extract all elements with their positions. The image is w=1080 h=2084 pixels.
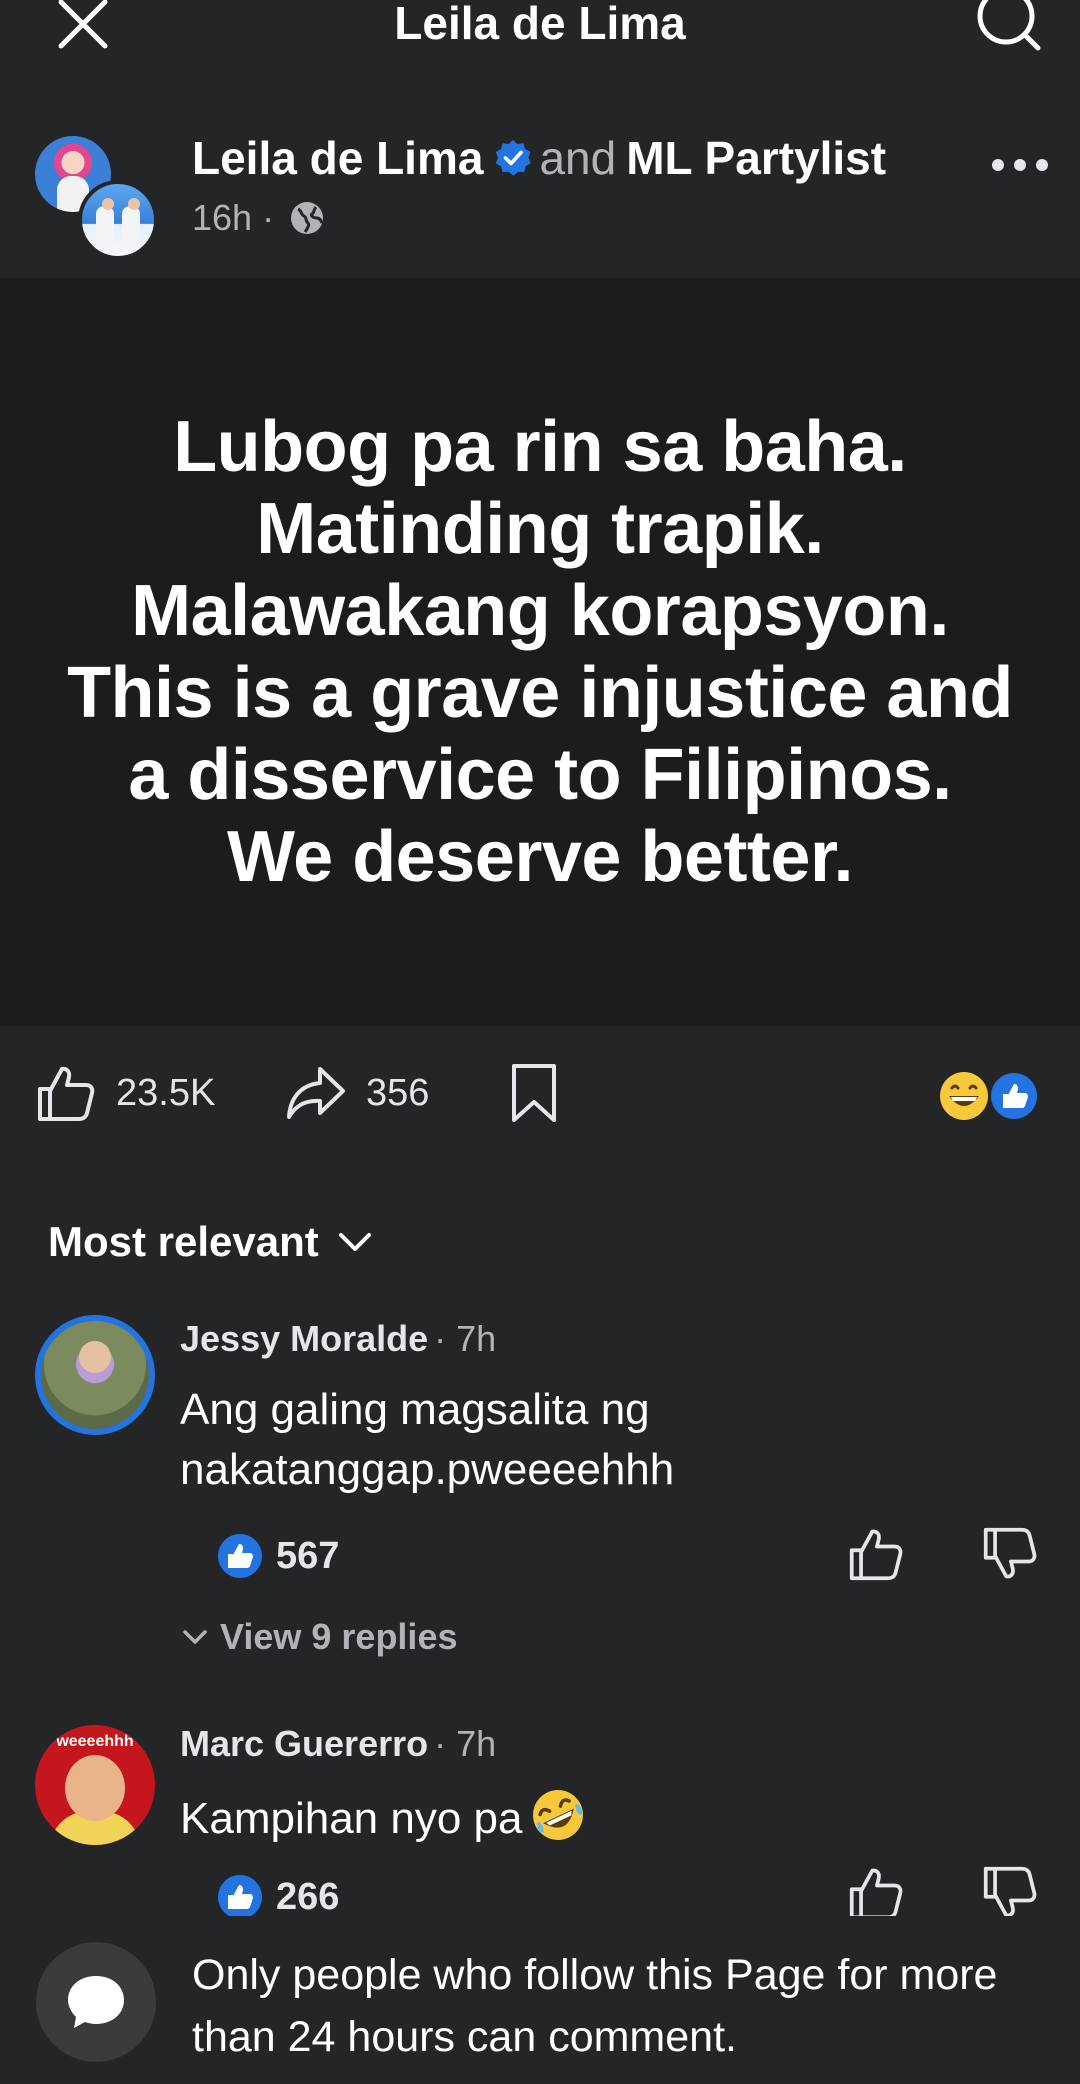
comment-sort-label: Most relevant	[48, 1218, 319, 1265]
globe-icon	[291, 202, 324, 234]
more-options-button[interactable]	[990, 150, 1050, 180]
commenter-avatar[interactable]	[35, 1315, 155, 1435]
comment-restriction-bar: Only people who follow this Page for mor…	[0, 1916, 1080, 2084]
view-replies-label: View 9 replies	[220, 1616, 458, 1657]
comment-like-button[interactable]	[848, 1865, 904, 1921]
comment-author[interactable]: Marc Guererro · 7h	[180, 1723, 496, 1765]
post-image-line: This is a grave injustice and	[67, 653, 1013, 733]
post-actions: 23.5K 356	[0, 1060, 1080, 1130]
comment-reactions[interactable]: 567	[216, 1532, 339, 1580]
like-reaction-icon	[218, 1534, 262, 1578]
share-arrow-icon	[287, 1067, 345, 1119]
comment-like-count: 266	[276, 1875, 340, 1918]
thumbs-up-icon	[38, 1066, 95, 1121]
post-image-line: Matinding trapik.	[256, 489, 824, 569]
like-reaction-icon	[218, 1875, 262, 1919]
comment-item: Jessy Moralde · 7h Ang galing magsalita n…	[0, 1310, 1080, 1670]
commenter-avatar[interactable]: weeeehhh	[35, 1725, 155, 1845]
post-image-line: We deserve better.	[227, 817, 854, 897]
thumbs-up-icon	[849, 1529, 903, 1581]
view-replies-button[interactable]: View 9 replies	[180, 1616, 457, 1658]
share-count: 356	[366, 1071, 430, 1114]
thumbs-down-icon	[983, 1527, 1037, 1579]
comment-sort-dropdown[interactable]: Most relevant	[48, 1218, 375, 1266]
chevron-down-icon	[338, 1233, 371, 1251]
comment-line: nakatanggap.pweeeehhh	[180, 1445, 675, 1494]
comment-like-button[interactable]	[848, 1526, 904, 1582]
comment-line: Kampihan nyo pa	[180, 1794, 523, 1843]
author-line: Leila de Lima and ML Partylist	[192, 130, 886, 186]
chat-bubble-icon	[68, 1976, 124, 2028]
thumbs-up-icon	[849, 1868, 903, 1920]
chevron-down-icon	[183, 1630, 207, 1644]
verified-badge-icon	[496, 140, 532, 176]
bookmark-icon	[512, 1064, 556, 1122]
page-title: Leila de Lima	[394, 0, 686, 49]
comment-author[interactable]: Jessy Moralde · 7h	[180, 1318, 496, 1360]
search-icon	[977, 0, 1041, 51]
save-button[interactable]	[510, 1060, 558, 1126]
commenter-name[interactable]: Jessy Moralde	[180, 1318, 428, 1359]
post-time[interactable]: 16h	[192, 197, 252, 238]
post-image-line: a disservice to Filipinos.	[128, 735, 952, 815]
share-button[interactable]: 356	[286, 1060, 429, 1126]
comment-text: Ang galing magsalita ng nakatanggap.pwee…	[180, 1380, 1040, 1500]
rolling-laughing-emoji-icon	[533, 1790, 584, 1840]
top-bar: Leila de Lima	[0, 0, 1080, 60]
post-image-line: Lubog pa rin sa baha.	[173, 407, 907, 487]
post-image-text: Lubog pa rin sa baha. Matinding trapik. …	[40, 406, 1040, 898]
comment-like-count: 567	[276, 1534, 340, 1577]
comment-bubble-button[interactable]	[36, 1942, 156, 2062]
meta-separator: ·	[262, 197, 275, 238]
like-count: 23.5K	[116, 1071, 216, 1114]
comment-dislike-button[interactable]	[982, 1526, 1038, 1582]
coauthor-avatar[interactable]	[78, 180, 158, 260]
comment-reactions[interactable]: 266	[216, 1873, 339, 1921]
grin-emoji-icon	[940, 1071, 1039, 1121]
like-button[interactable]: 23.5K	[36, 1060, 215, 1126]
thumbs-down-icon	[983, 1866, 1037, 1918]
comment-text: Kampihan nyo pa	[180, 1787, 1040, 1849]
more-dots-icon	[992, 159, 1048, 171]
avatar-face	[65, 1755, 125, 1821]
comment-line: Ang galing magsalita ng	[180, 1385, 650, 1434]
author-conjunction: and	[539, 132, 617, 184]
post-header: Leila de Lima and ML Partylist 16h ·	[0, 120, 1080, 270]
avatar-caption: weeeehhh	[56, 1733, 134, 1750]
comment-dislike-button[interactable]	[982, 1865, 1038, 1921]
reaction-summary[interactable]	[938, 1070, 1042, 1122]
commenter-name[interactable]: Marc Guererro	[180, 1723, 428, 1764]
comment-time: · 7h	[434, 1318, 497, 1359]
coauthor-name[interactable]: ML Partylist	[626, 132, 886, 184]
comment-restriction-notice: Only people who follow this Page for mor…	[192, 1951, 998, 2061]
post-image[interactable]: Lubog pa rin sa baha. Matinding trapik. …	[0, 278, 1080, 1026]
author-name[interactable]: Leila de Lima	[192, 132, 483, 184]
comment-time: · 7h	[434, 1723, 497, 1764]
post-image-line: Malawakang korapsyon.	[131, 571, 949, 651]
comment-item: weeeehhh Marc Guererro · 7h Kampihan nyo …	[0, 1715, 1080, 1920]
post-meta: 16h ·	[192, 196, 324, 240]
search-button[interactable]	[972, 0, 1042, 56]
